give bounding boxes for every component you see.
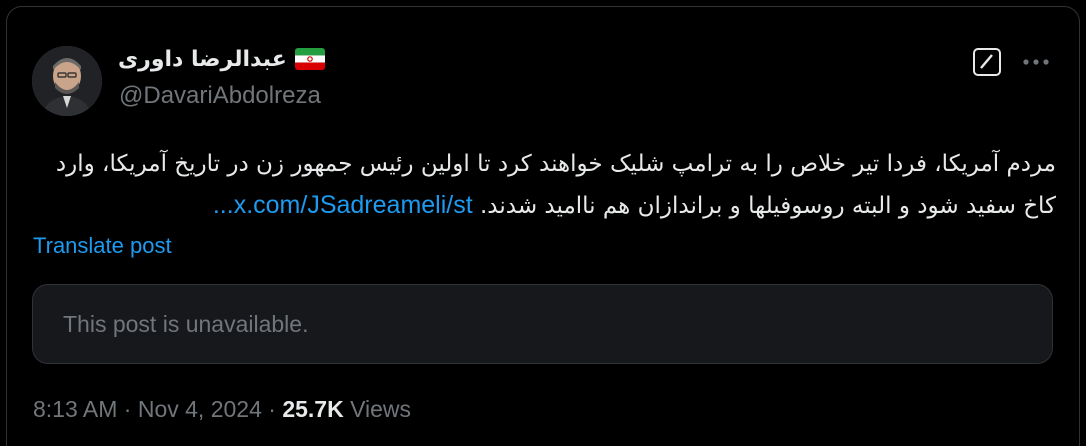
author-display-name[interactable]: عبدالرضا داوری — [118, 47, 287, 72]
translate-post-link[interactable]: Translate post — [33, 233, 172, 259]
iran-flag-icon — [294, 48, 325, 70]
tweet-time[interactable]: 8:13 AM — [33, 396, 117, 423]
tweet-text: مردم آمریکا، فردا تیر خلاص را به ترامپ ش… — [32, 144, 1056, 227]
tweet-date[interactable]: Nov 4, 2024 — [138, 396, 262, 423]
tweet-link[interactable]: x.com/JSadreameli/st... — [213, 191, 473, 219]
meta-separator: · — [117, 396, 138, 422]
author-name-row: عبدالرضا داوری — [118, 44, 325, 74]
unavailable-text: This post is unavailable. — [63, 311, 309, 337]
quoted-post-unavailable: This post is unavailable. — [32, 284, 1053, 364]
meta-separator: · — [261, 396, 283, 422]
avatar[interactable] — [32, 46, 102, 116]
views-label: Views — [343, 396, 412, 422]
tweet-meta: 8:13 AM · Nov 4, 2024 · 25.7K Views — [33, 396, 411, 423]
grok-icon[interactable] — [973, 48, 1001, 76]
views-count[interactable]: 25.7K — [282, 396, 343, 423]
author-handle[interactable]: @DavariAbdolreza — [119, 82, 321, 110]
tweet-body: مردم آمریکا، فردا تیر خلاص را به ترامپ ش… — [55, 151, 1056, 219]
more-icon[interactable] — [1019, 48, 1053, 76]
